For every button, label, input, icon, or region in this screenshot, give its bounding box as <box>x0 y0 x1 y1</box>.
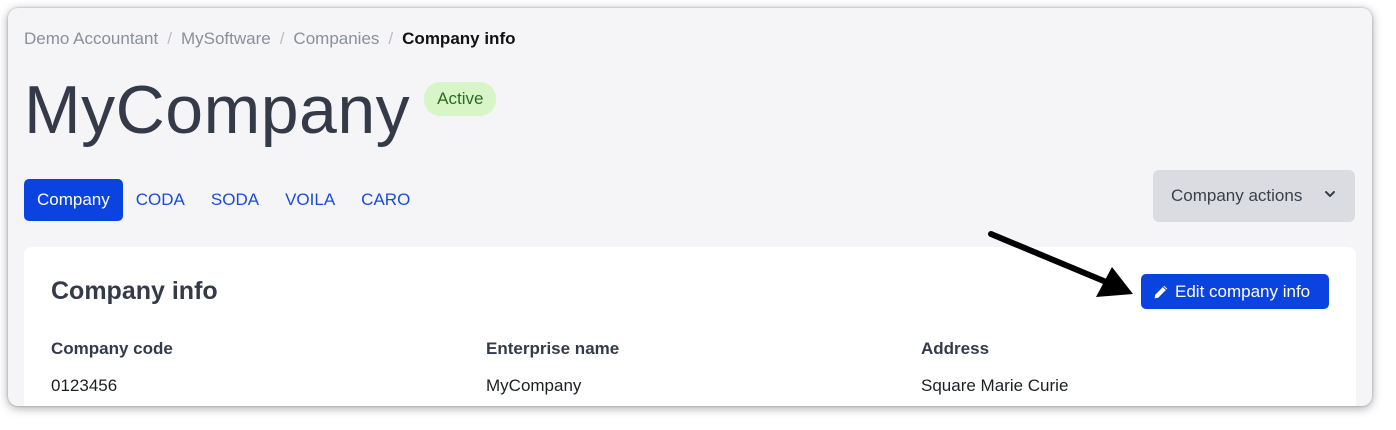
field-value: Square Marie Curie <box>921 376 1069 395</box>
breadcrumb-item-mysoftware[interactable]: MySoftware <box>181 29 271 49</box>
breadcrumb: Demo Accountant / MySoftware / Companies… <box>24 29 516 49</box>
field-enterprise-name: Enterprise name MyCompany <box>486 339 619 396</box>
company-actions-button[interactable]: Company actions <box>1153 170 1355 222</box>
field-company-code: Company code 0123456 <box>51 339 173 396</box>
edit-company-info-label: Edit company info <box>1175 281 1311 301</box>
field-label: Enterprise name <box>486 339 620 358</box>
tab-bar: Company CODA SODA VOILA CARO <box>24 179 423 221</box>
tab-caro[interactable]: CARO <box>348 179 423 221</box>
company-info-card: Company info Edit company info Company c… <box>24 247 1356 406</box>
breadcrumb-separator: / <box>167 29 172 48</box>
field-address: Address Square Marie Curie <box>921 339 1068 396</box>
card-title: Company info <box>51 277 218 305</box>
chevron-down-icon <box>1325 191 1335 197</box>
breadcrumb-current: Company info <box>402 29 516 48</box>
tab-soda[interactable]: SODA <box>198 179 272 221</box>
title-row: MyCompany Active <box>24 70 497 150</box>
tab-voila[interactable]: VOILA <box>272 179 348 221</box>
breadcrumb-item-companies[interactable]: Companies <box>293 29 379 49</box>
pencil-icon <box>1154 285 1168 298</box>
field-value: MyCompany <box>486 376 582 395</box>
field-label: Address <box>921 339 990 358</box>
breadcrumb-separator: / <box>388 29 394 48</box>
edit-company-info-button[interactable]: Edit company info <box>1141 274 1329 309</box>
tab-company[interactable]: Company <box>24 179 123 221</box>
tab-coda[interactable]: CODA <box>123 179 198 221</box>
breadcrumb-item-demo-accountant[interactable]: Demo Accountant <box>24 29 158 49</box>
status-badge: Active <box>424 82 497 116</box>
app-window: Demo Accountant / MySoftware / Companies… <box>8 8 1372 406</box>
field-label: Company code <box>51 339 173 358</box>
field-value: 0123456 <box>51 376 118 395</box>
breadcrumb-separator: / <box>279 29 285 48</box>
page-title: MyCompany <box>24 72 411 148</box>
company-actions-label: Company actions <box>1171 186 1303 205</box>
